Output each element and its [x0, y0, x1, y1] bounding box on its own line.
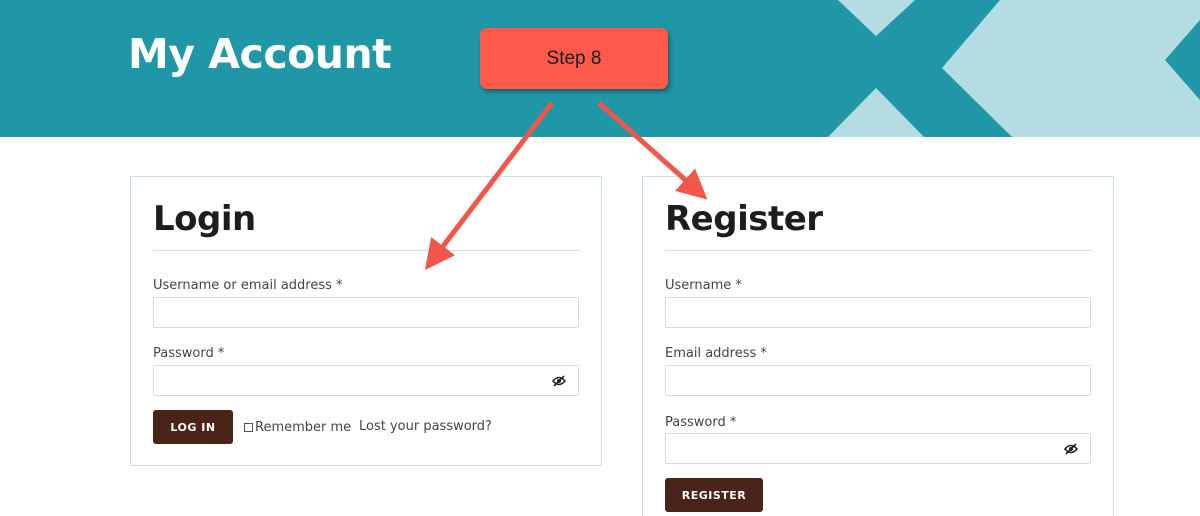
step-callout: Step 8 — [480, 28, 668, 89]
register-title-divider — [665, 250, 1091, 251]
login-username-label: Username or email address * — [153, 278, 343, 293]
register-title: Register — [665, 199, 823, 239]
register-card: Register Username * Email address * Pass… — [642, 176, 1114, 516]
login-title-divider — [153, 250, 579, 251]
login-password-input[interactable] — [153, 365, 579, 396]
login-button[interactable]: LOG IN — [153, 410, 233, 444]
register-button[interactable]: REGISTER — [665, 478, 763, 512]
lost-password-link[interactable]: Lost your password? — [359, 419, 492, 434]
eye-slash-icon[interactable] — [1064, 443, 1078, 455]
login-password-label: Password * — [153, 346, 225, 361]
login-username-input[interactable] — [153, 297, 579, 328]
login-card: Login Username or email address * Passwo… — [130, 176, 602, 466]
register-password-input[interactable] — [665, 433, 1091, 464]
register-email-input[interactable] — [665, 365, 1091, 396]
remember-me-label: Remember me — [255, 420, 352, 435]
register-username-label: Username * — [665, 278, 742, 293]
register-username-input[interactable] — [665, 297, 1091, 328]
remember-me[interactable]: Remember me — [244, 420, 351, 435]
login-title: Login — [153, 199, 256, 239]
remember-me-checkbox[interactable] — [244, 423, 253, 432]
eye-slash-icon[interactable] — [552, 375, 566, 387]
page-title: My Account — [128, 30, 392, 78]
register-email-label: Email address * — [665, 346, 767, 361]
register-password-label: Password * — [665, 415, 737, 430]
